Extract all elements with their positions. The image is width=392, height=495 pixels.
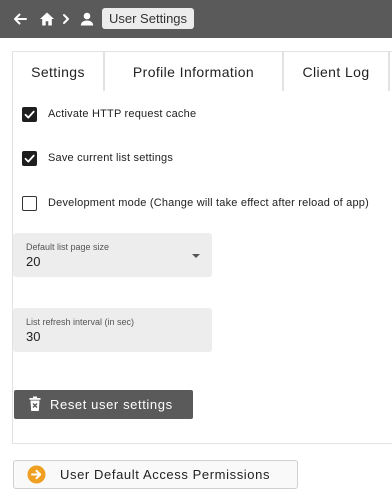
refresh-interval-value: 30	[26, 329, 41, 344]
user-default-access-permissions-button[interactable]: User Default Access Permissions	[13, 460, 298, 489]
trash-icon	[29, 396, 41, 412]
refresh-interval-label: List refresh interval (in sec)	[26, 317, 135, 327]
home-icon[interactable]	[38, 10, 56, 28]
page-size-value: 20	[26, 254, 41, 269]
reset-user-settings-button[interactable]: Reset user settings	[14, 390, 193, 419]
section-divider	[12, 443, 392, 444]
arrow-right-circle-icon	[27, 465, 46, 484]
refresh-interval-input[interactable]: List refresh interval (in sec) 30	[13, 308, 212, 352]
breadcrumb-current-page: User Settings	[102, 8, 195, 29]
save-list-label: Save current list settings	[48, 152, 174, 164]
dev-mode-label: Development mode (Change will take effec…	[48, 197, 369, 209]
tab-settings[interactable]: Settings	[12, 51, 104, 92]
caret-down-icon	[192, 254, 200, 258]
chevron-right-icon	[60, 10, 72, 28]
save-list-checkbox[interactable]	[22, 151, 37, 166]
person-icon	[78, 10, 96, 28]
tab-profile-information[interactable]: Profile Information	[104, 51, 283, 91]
tab-client-log[interactable]: Client Log	[283, 51, 389, 91]
app-header: User Settings	[0, 0, 392, 38]
dev-mode-checkbox[interactable]	[22, 196, 37, 211]
tab-bar: Settings Profile Information Client Log	[12, 51, 392, 92]
page-size-label: Default list page size	[26, 242, 110, 252]
arrow-left-icon[interactable]	[11, 10, 29, 28]
http-cache-checkbox[interactable]	[22, 107, 37, 122]
http-cache-label: Activate HTTP request cache	[48, 108, 197, 120]
permissions-button-label: User Default Access Permissions	[60, 467, 271, 482]
page-size-select[interactable]: Default list page size 20	[13, 233, 212, 277]
reset-button-label: Reset user settings	[50, 397, 173, 412]
